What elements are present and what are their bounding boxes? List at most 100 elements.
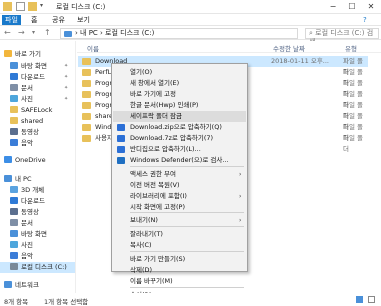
tab-share[interactable]: 공유 bbox=[49, 15, 68, 25]
sidebar-item[interactable]: 바로 가기 bbox=[0, 49, 41, 60]
download-icon bbox=[10, 197, 18, 204]
menu-item[interactable]: 액세스 권한 부여 › bbox=[113, 169, 246, 180]
menu-item-label: 바로 가기에 고정 bbox=[130, 90, 176, 98]
menu-item-label: 보내기(N) bbox=[130, 216, 158, 224]
tab-file[interactable]: 파일 bbox=[2, 15, 21, 25]
sidebar-item[interactable]: 문서 ✦ bbox=[0, 83, 68, 94]
address-path[interactable]: › 내 PC › 로컬 디스크 (C:) bbox=[60, 28, 298, 39]
sidebar-item[interactable]: 내 PC bbox=[0, 174, 32, 185]
menu-item[interactable]: 열기(O) bbox=[113, 67, 246, 78]
menu-item-label: Download.zip으로 압축하기(Q) bbox=[130, 123, 222, 131]
menu-item[interactable]: 라이브러리에 포함(I) › bbox=[113, 191, 246, 202]
properties-icon[interactable] bbox=[16, 2, 25, 11]
file-name: Progr bbox=[95, 90, 113, 98]
sidebar-item-label: 음악 bbox=[21, 139, 33, 147]
menu-item[interactable]: Windows Defender(으)로 검사... bbox=[113, 155, 246, 166]
sidebar-item[interactable]: 바탕 화면 ✦ bbox=[0, 61, 68, 72]
sidebar-item[interactable]: 음악 bbox=[0, 251, 33, 262]
sidebar-item[interactable]: 네트워크 bbox=[0, 280, 39, 291]
sidebar-item[interactable]: 다운로드 bbox=[0, 196, 45, 207]
recent-dropdown-icon[interactable]: ▾ bbox=[32, 28, 35, 38]
tab-view[interactable]: 보기 bbox=[74, 15, 93, 25]
menu-item[interactable]: 이전 버전 복원(V) bbox=[113, 180, 246, 191]
menu-item[interactable]: 세이프락 폴더 잠금 bbox=[113, 111, 246, 122]
pin-icon: ✦ bbox=[64, 74, 69, 80]
close-button[interactable]: ✕ bbox=[364, 0, 378, 14]
file-name: Progr bbox=[95, 101, 113, 109]
folder-icon bbox=[82, 135, 91, 142]
file-type: 파일 폴더 bbox=[343, 134, 364, 153]
sidebar-item[interactable]: 사진 bbox=[0, 240, 33, 251]
column-type[interactable]: 유형 bbox=[345, 43, 357, 53]
sidebar-item[interactable]: shared bbox=[0, 116, 43, 127]
network-icon bbox=[4, 281, 12, 288]
menu-item[interactable]: 이름 바꾸기(M) bbox=[113, 276, 246, 287]
tab-home[interactable]: 홈 bbox=[28, 15, 40, 25]
up-button[interactable]: ↑ bbox=[44, 28, 51, 38]
menu-item[interactable]: 새 창에서 열기(E) bbox=[113, 78, 246, 89]
sidebar-item-label: 사진 bbox=[21, 95, 33, 103]
sidebar-item-label: OneDrive bbox=[15, 156, 46, 164]
column-name[interactable]: 이름 bbox=[87, 43, 99, 53]
sidebar-item-label: 3D 개체 bbox=[21, 186, 45, 194]
menu-item-label: 잘라내기(T) bbox=[130, 230, 163, 238]
menu-item-label: Windows Defender(으)로 검사... bbox=[130, 156, 229, 164]
folder-icon bbox=[82, 69, 91, 76]
pc-icon bbox=[64, 31, 72, 37]
menu-item[interactable]: Download.zip으로 압축하기(Q) bbox=[113, 122, 246, 133]
sidebar-item[interactable]: 동영상 bbox=[0, 207, 39, 218]
sidebar-item-label: 문서 bbox=[21, 84, 33, 92]
menu-item[interactable]: 복사(C) bbox=[113, 240, 246, 251]
chevron-down-icon[interactable]: ▾ bbox=[40, 2, 46, 11]
menu-separator bbox=[130, 166, 244, 167]
back-button[interactable]: ← bbox=[4, 28, 11, 38]
sidebar-item[interactable]: 사진 ✦ bbox=[0, 94, 68, 105]
menu-item-label: 새 창에서 열기(E) bbox=[130, 79, 180, 87]
new-folder-icon[interactable] bbox=[28, 2, 37, 11]
download-icon bbox=[10, 73, 18, 80]
sidebar-item[interactable]: 문서 bbox=[0, 218, 33, 229]
sidebar-item-label: 동영상 bbox=[21, 208, 39, 216]
menu-item[interactable]: 바로 가기 만들기(S) bbox=[113, 254, 246, 265]
help-icon[interactable]: ? bbox=[360, 15, 370, 25]
menu-item-label: 열기(O) bbox=[130, 68, 153, 76]
address-bar: ← → ▾ ↑ › 내 PC › 로컬 디스크 (C:) ⌕ 로컬 디스크 (C… bbox=[0, 26, 381, 46]
search-input[interactable]: ⌕ 로컬 디스크 (C:) 검색 bbox=[305, 28, 379, 46]
menu-item[interactable]: 잘라내기(T) bbox=[113, 229, 246, 240]
menu-item[interactable]: 한글 문서(Hwp) 인쇄(P) bbox=[113, 100, 246, 111]
menu-item[interactable]: 반디집으로 압축하기(L)... bbox=[113, 144, 246, 155]
sidebar-item-label: 네트워크 bbox=[15, 281, 39, 289]
sidebar-item-label: 문서 bbox=[21, 219, 33, 227]
pin-icon: ✦ bbox=[64, 63, 69, 69]
menu-item-label: 라이브러리에 포함(I) bbox=[130, 192, 187, 200]
star-icon bbox=[4, 50, 12, 57]
large-icons-view-icon[interactable] bbox=[368, 296, 375, 303]
menu-separator bbox=[130, 287, 244, 288]
forward-button[interactable]: → bbox=[18, 28, 25, 38]
folder-icon bbox=[82, 91, 91, 98]
sidebar-item[interactable]: 로컬 디스크 (C:) bbox=[0, 262, 75, 273]
column-date[interactable]: 수정한 날짜 bbox=[273, 43, 305, 53]
sidebar-item[interactable]: 동영상 bbox=[0, 127, 39, 138]
sidebar-item[interactable]: SAFELock bbox=[0, 105, 52, 116]
sidebar-item-label: 다운로드 bbox=[21, 197, 45, 205]
menu-item[interactable]: 바로 가기에 고정 bbox=[113, 89, 246, 100]
menu-separator bbox=[130, 226, 244, 227]
column-header: 이름 수정한 날짜 유형 크기 bbox=[77, 41, 381, 53]
sidebar-item-label: 다운로드 bbox=[21, 73, 45, 81]
menu-item-label: 시작 화면에 고정(P) bbox=[130, 203, 185, 211]
sidebar-item[interactable]: 바탕 화면 bbox=[0, 229, 47, 240]
sidebar-item[interactable]: OneDrive bbox=[0, 155, 46, 166]
details-view-icon[interactable] bbox=[356, 296, 363, 303]
pc-icon bbox=[4, 175, 12, 182]
sidebar-item[interactable]: 다운로드 ✦ bbox=[0, 72, 68, 83]
sidebar-item[interactable]: 3D 개체 bbox=[0, 185, 44, 196]
window-title: 로컬 디스크 (C:) bbox=[56, 3, 106, 11]
minimize-button[interactable]: − bbox=[326, 0, 340, 14]
sidebar-item[interactable]: 음악 bbox=[0, 138, 33, 149]
menu-item[interactable]: 보내기(N) › bbox=[113, 215, 246, 226]
menu-item[interactable]: 삭제(D) bbox=[113, 265, 246, 276]
maximize-button[interactable]: ☐ bbox=[345, 0, 359, 14]
menu-item[interactable]: Download.7z로 압축하기(7) bbox=[113, 133, 246, 144]
folder-icon bbox=[82, 124, 91, 131]
